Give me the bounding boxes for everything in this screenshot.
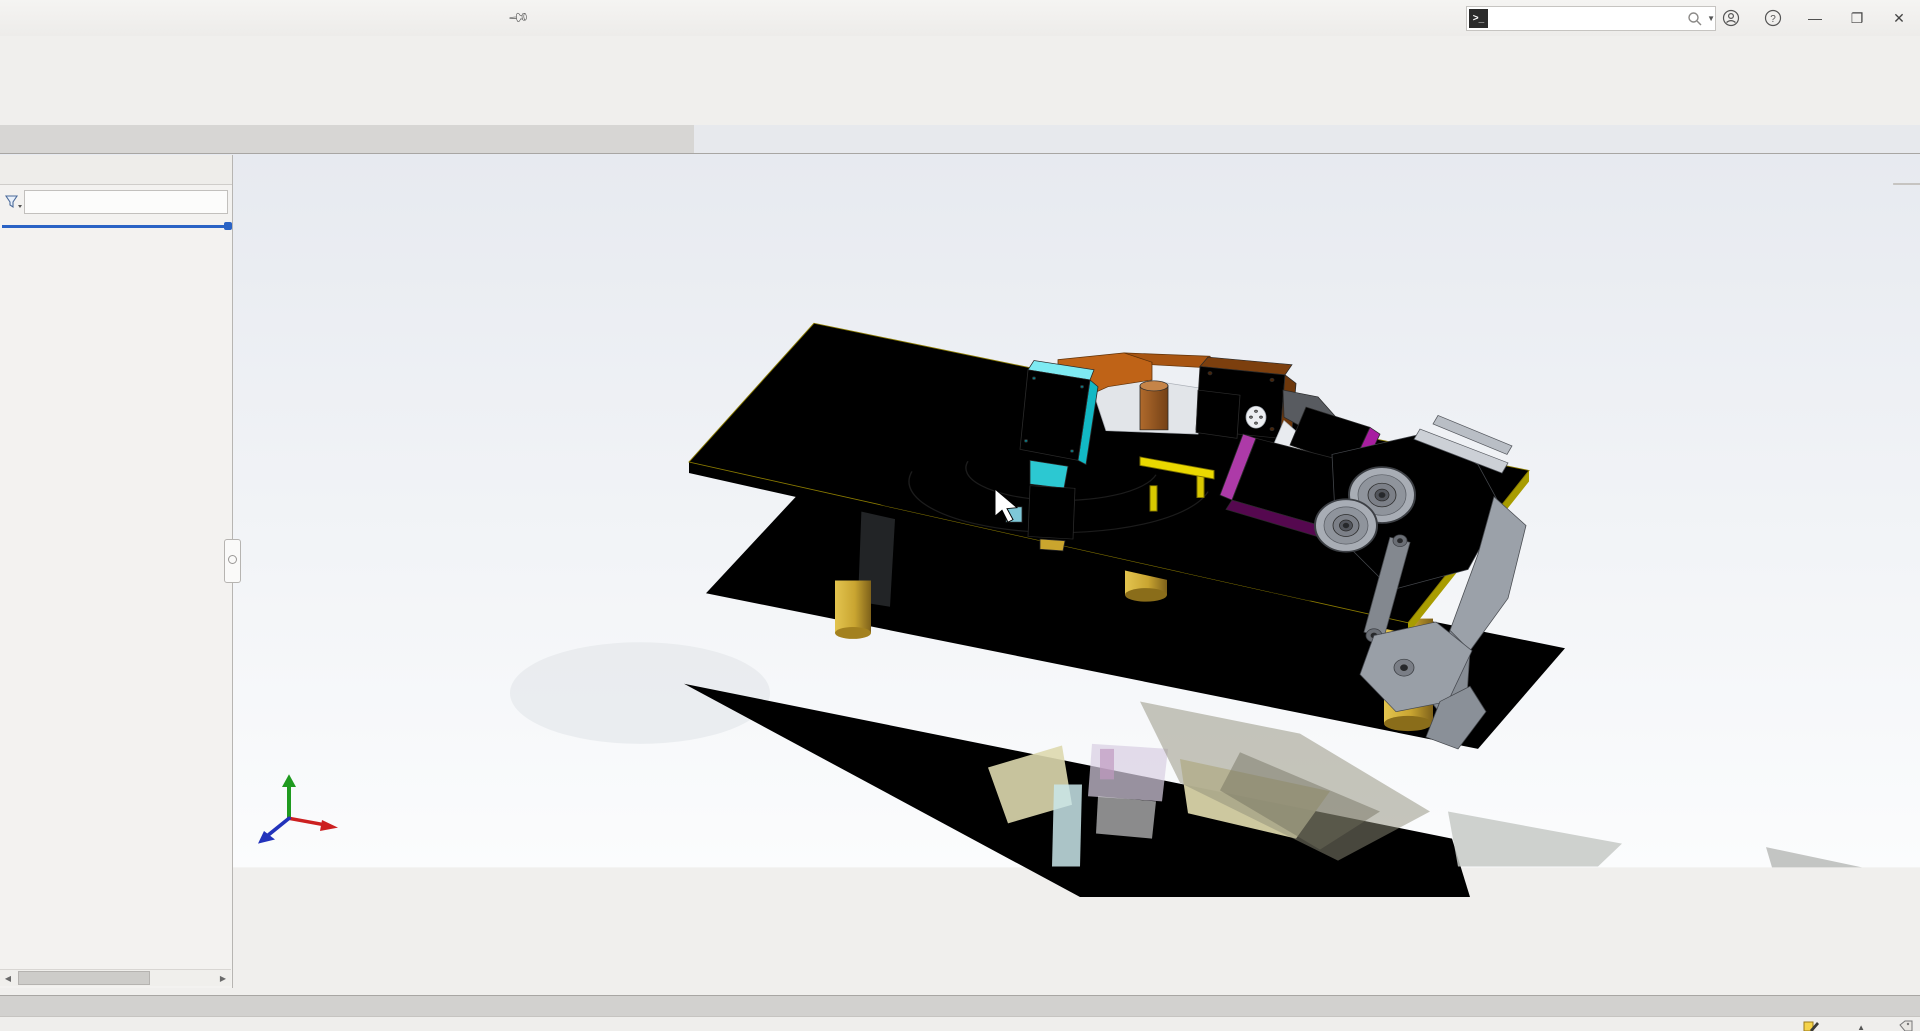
tag-icon[interactable] xyxy=(1899,1020,1914,1031)
svg-text:?: ? xyxy=(1770,14,1776,25)
restore-button[interactable]: ❐ xyxy=(1836,10,1878,27)
feature-manager-tabs xyxy=(0,155,232,185)
search-icon[interactable] xyxy=(1687,11,1703,27)
3d-scene xyxy=(0,154,1920,996)
ribbon-strip-bg xyxy=(0,125,694,154)
search-input[interactable] xyxy=(1492,10,1685,27)
help-icon[interactable]: ? xyxy=(1752,9,1794,27)
panel-splitter-handle[interactable] xyxy=(224,539,241,583)
reflection-purple xyxy=(1100,749,1114,779)
titlebar-right: ? — ❐ ✕ xyxy=(1710,0,1920,36)
floor-soft-shadow xyxy=(510,642,770,744)
custom-view-label[interactable]: ▲ xyxy=(1853,1019,1865,1031)
solidworks-logo xyxy=(12,7,15,27)
tree-filter-input[interactable] xyxy=(24,190,228,214)
account-icon[interactable] xyxy=(1710,9,1752,27)
command-manager xyxy=(0,36,1920,126)
scroll-thumb[interactable] xyxy=(18,971,150,985)
tree-filter-row xyxy=(0,185,232,219)
title-bar: 📌︎ >_ ▼ ? — ❐ ✕ xyxy=(0,0,1920,37)
minimize-button[interactable]: — xyxy=(1794,10,1836,26)
reflection-cyan xyxy=(1052,784,1082,866)
scroll-right-icon[interactable]: ▶ xyxy=(215,974,231,983)
rollback-bar[interactable] xyxy=(2,225,230,228)
solidworks-window: 📌︎ >_ ▼ ? — ❐ ✕ ◧ xyxy=(0,0,1920,1031)
command-search[interactable]: >_ ▼ xyxy=(1466,6,1716,31)
feature-manager-panel: ◀ ▶ xyxy=(0,155,233,988)
close-button[interactable]: ✕ xyxy=(1878,10,1920,27)
task-pane xyxy=(1893,183,1920,185)
pin-icon[interactable]: 📌︎ xyxy=(507,5,532,29)
reflection-white xyxy=(1096,796,1156,838)
filter-funnel-icon[interactable] xyxy=(4,194,22,210)
edit-flag-icon xyxy=(1803,1020,1819,1031)
ribbon-strip: ◧ ◨ — ❐ ✕ xyxy=(0,125,1920,153)
tree-horizontal-scrollbar[interactable]: ◀ ▶ xyxy=(0,969,231,986)
status-bar: ▲ xyxy=(0,1016,1920,1031)
search-command-icon: >_ xyxy=(1469,9,1488,28)
sheet-tab-bar xyxy=(0,995,1920,1017)
scroll-left-icon[interactable]: ◀ xyxy=(0,974,16,983)
graphics-area[interactable] xyxy=(0,153,1920,996)
